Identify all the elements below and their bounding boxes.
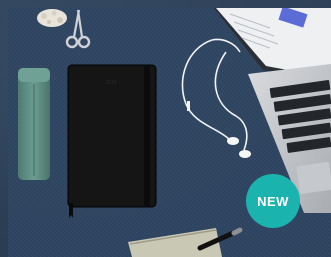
product-photo: 2019 NEW [0,0,331,257]
black-notebook: 2019 [67,64,157,218]
svg-text:2019: 2019 [105,80,116,86]
coral-decoration [37,9,67,27]
new-badge-label: NEW [257,193,289,209]
pencil-case [18,68,50,180]
new-badge: NEW [246,174,300,228]
